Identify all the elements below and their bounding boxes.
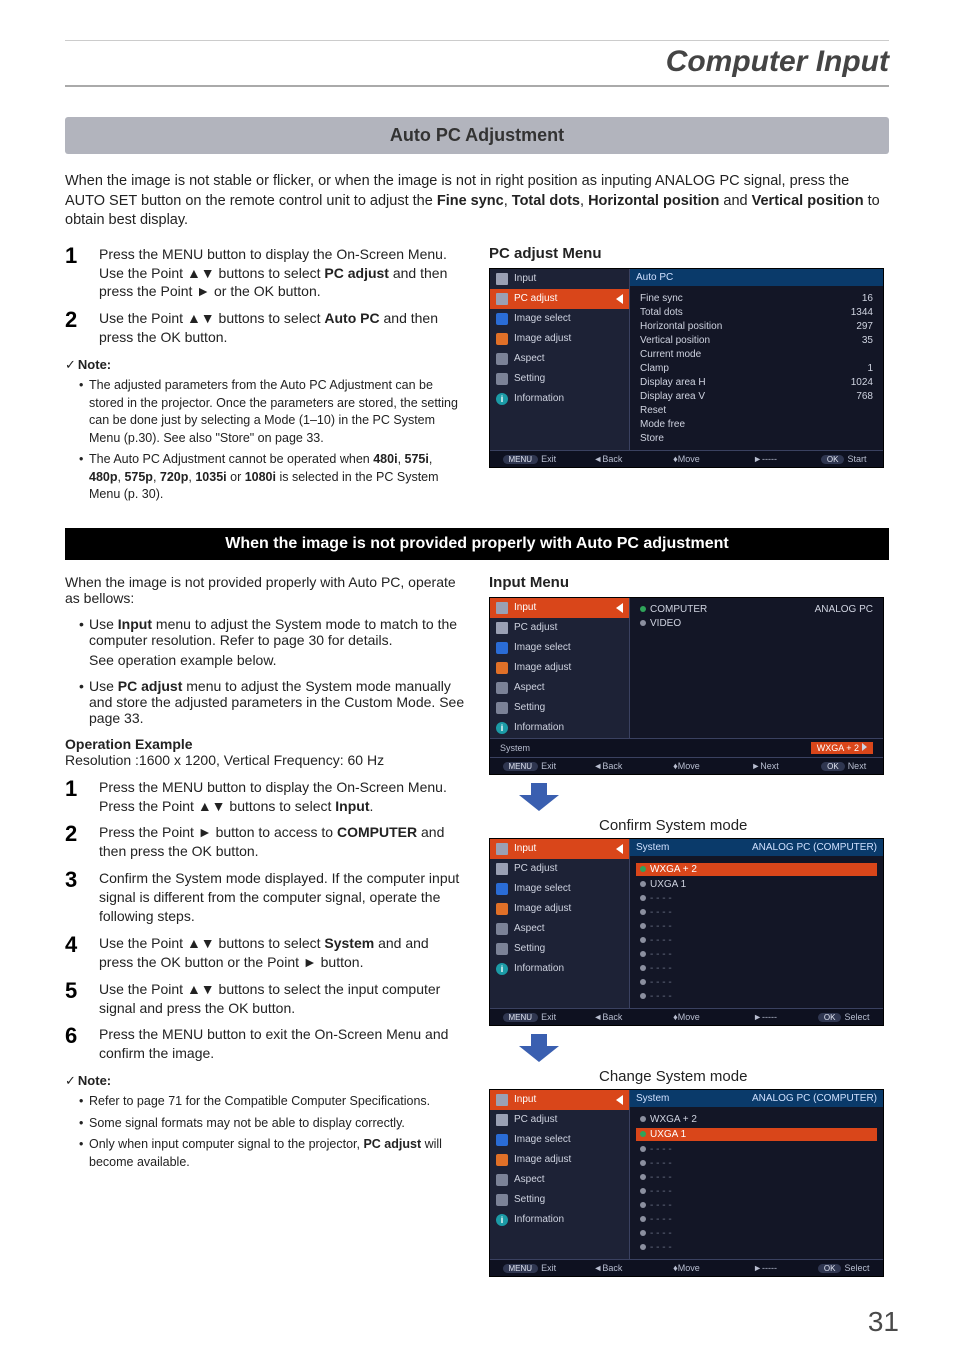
change-caption: Change System mode bbox=[489, 1068, 889, 1085]
image-adjust-icon bbox=[496, 333, 508, 345]
step-1: 1 Press the MENU button to display the O… bbox=[65, 245, 465, 302]
info-icon: i bbox=[496, 393, 508, 405]
page-title: Computer Input bbox=[65, 40, 889, 87]
input-menu-title: Input Menu bbox=[489, 574, 889, 591]
osd-input: Input PC adjust Image select Image adjus… bbox=[489, 597, 884, 775]
osd-pc-adjust: Input PC adjust Image select Image adjus… bbox=[489, 268, 884, 468]
arrow-down-icon bbox=[519, 1034, 559, 1062]
section-bar-autopc: Auto PC Adjustment bbox=[65, 117, 889, 154]
section2-intro: When the image is not provided properly … bbox=[65, 574, 465, 606]
note-heading: Note: bbox=[65, 357, 465, 373]
black-bar: When the image is not provided properly … bbox=[65, 528, 889, 560]
op-example-head: Operation Example bbox=[65, 736, 465, 752]
op-example-sub: Resolution :1600 x 1200, Vertical Freque… bbox=[65, 752, 465, 768]
pc-icon bbox=[496, 293, 508, 305]
pc-adjust-menu-title: PC adjust Menu bbox=[489, 245, 889, 262]
input-icon bbox=[496, 273, 508, 285]
intro-text: When the image is not stable or flicker,… bbox=[65, 172, 889, 231]
aspect-icon bbox=[496, 353, 508, 365]
page-number: 31 bbox=[868, 1306, 899, 1338]
step-2: 2 Use the Point ▲▼ buttons to select Aut… bbox=[65, 309, 465, 347]
setting-icon bbox=[496, 373, 508, 385]
chevron-left-icon bbox=[616, 294, 623, 304]
osd-system-confirm: Input PC adjust Image select Image adjus… bbox=[489, 838, 884, 1026]
note-list: The adjusted parameters from the Auto PC… bbox=[65, 377, 465, 504]
osd-system-change: Input PC adjust Image select Image adjus… bbox=[489, 1089, 884, 1277]
image-select-icon bbox=[496, 313, 508, 325]
confirm-caption: Confirm System mode bbox=[489, 817, 889, 834]
arrow-down-icon bbox=[519, 783, 559, 811]
